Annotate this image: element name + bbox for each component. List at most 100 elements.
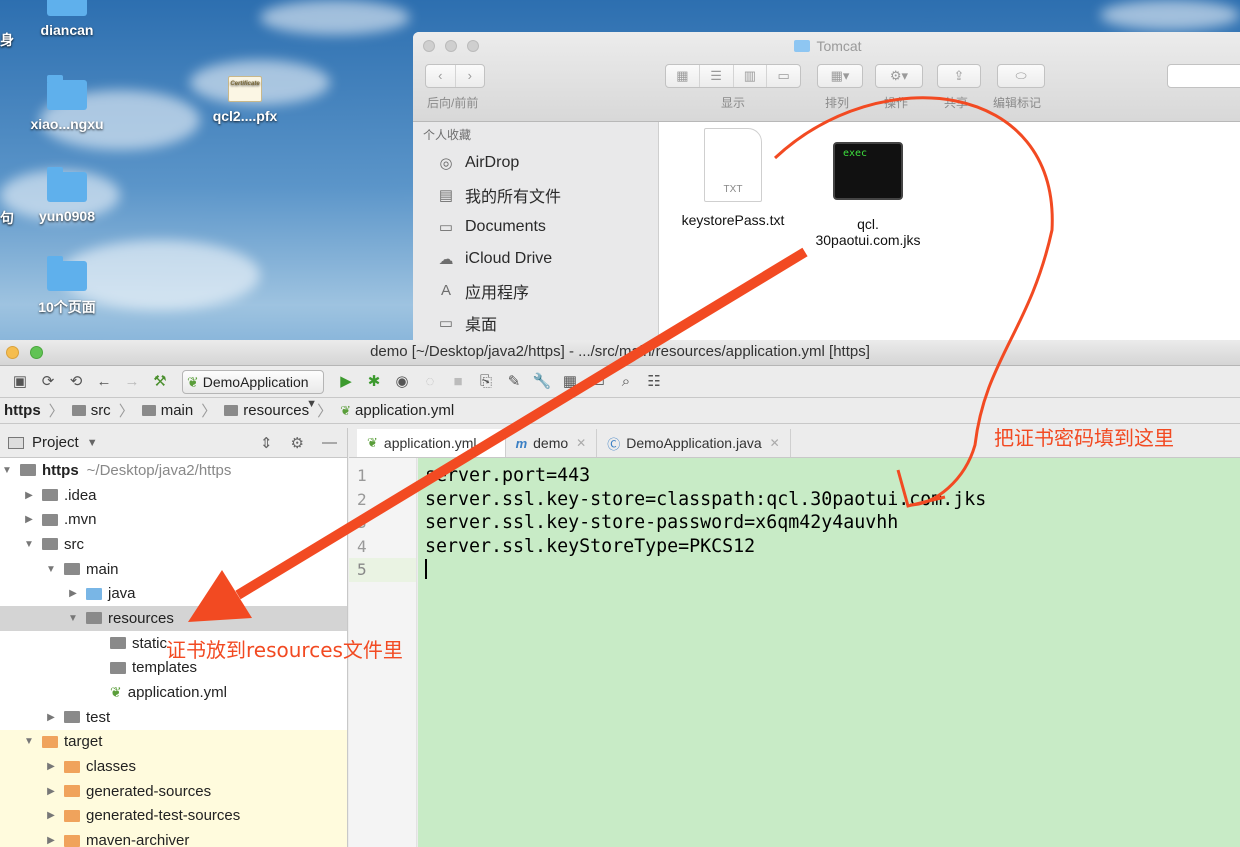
close-icon[interactable]: ✕ xyxy=(576,436,586,450)
tree-node[interactable]: ▶ classes xyxy=(0,754,347,779)
tab-application-yml[interactable]: ❦ application.yml ✕ xyxy=(357,429,506,457)
coverage-icon[interactable]: ◉ xyxy=(390,370,414,394)
code-area[interactable]: server.port=443 server.ssl.key-store=cla… xyxy=(418,458,1240,847)
tree-node[interactable]: ▶ generated-sources xyxy=(0,778,347,804)
desktop-icon-diancan[interactable]: diancan xyxy=(12,0,122,38)
gallery-view-icon[interactable]: ▭ xyxy=(767,65,800,87)
sidebar-item-documents[interactable]: ▭ Documents xyxy=(413,211,658,243)
tree-node[interactable]: ▶ java xyxy=(0,581,347,606)
breadcrumb-item[interactable]: https 〉 xyxy=(4,400,64,421)
tags-button[interactable]: ⬭ xyxy=(997,64,1045,88)
sidebar-item-all-files[interactable]: ▤ 我的所有文件 xyxy=(413,179,658,211)
excluded-folder-icon xyxy=(64,809,80,822)
chevron-down-icon[interactable]: ▼ xyxy=(87,437,98,449)
desktop-icon-yun0908[interactable]: yun0908 xyxy=(12,167,122,224)
run-configuration-select[interactable]: ❦ DemoApplication ▼ xyxy=(182,369,324,410)
settings-icon[interactable]: ✎ xyxy=(502,370,526,394)
save-icon[interactable]: ▣ xyxy=(8,370,32,394)
tree-node[interactable]: ▼ main xyxy=(0,557,347,582)
maven-icon: m xyxy=(515,435,528,451)
share-button[interactable]: ⇪ xyxy=(937,64,981,88)
tree-node[interactable]: ▶ .idea xyxy=(0,483,347,508)
breadcrumb-item[interactable]: ❦ application.yml xyxy=(340,402,454,419)
project-view-select[interactable]: Project xyxy=(32,434,79,451)
stop-icon[interactable]: ■ xyxy=(446,370,470,394)
expanded-icon: ▼ xyxy=(24,538,34,550)
code-line[interactable]: server.port=443 xyxy=(418,464,1240,488)
vcs-icon[interactable]: ⎘ xyxy=(474,370,498,394)
action-button[interactable]: ⚙▾ xyxy=(875,64,923,88)
tab-demoapplication-java[interactable]: Ⓒ DemoApplication.java ✕ xyxy=(597,429,791,457)
folder-icon: ▭ xyxy=(438,219,454,236)
list-view-icon[interactable]: ☰ xyxy=(700,65,734,87)
search-input[interactable] xyxy=(1167,64,1240,88)
column-view-icon[interactable]: ▥ xyxy=(734,65,768,87)
share-icon: ⇪ xyxy=(953,68,965,83)
run-icon[interactable]: ▶ xyxy=(334,370,358,394)
code-line[interactable]: server.ssl.key-store-password=x6qm42y4au… xyxy=(418,511,1240,535)
folder-icon xyxy=(110,637,126,650)
tree-node[interactable]: ❦ application.yml xyxy=(0,680,347,705)
breadcrumb-item[interactable]: src 〉 xyxy=(71,400,134,421)
resources-folder-icon xyxy=(224,405,239,416)
minimize-button[interactable] xyxy=(6,346,19,359)
back-icon[interactable]: ‹ xyxy=(426,65,456,87)
expanded-icon: ▼ xyxy=(46,563,56,575)
build-icon[interactable]: ⚒ xyxy=(148,370,172,394)
desktop-icon-xiaongxu[interactable]: xiao...ngxu xyxy=(12,75,122,132)
terminal-icon[interactable]: ▭ xyxy=(586,370,610,394)
arrange-button[interactable]: ▦▾ xyxy=(817,64,863,88)
wrench-icon[interactable]: 🔧 xyxy=(530,370,554,394)
sidebar-item-desktop[interactable]: ▭ 桌面 xyxy=(413,307,658,339)
code-line-current[interactable] xyxy=(418,558,1240,582)
forward-icon[interactable]: → xyxy=(120,370,144,394)
breadcrumb-item[interactable]: main 〉 xyxy=(141,400,216,421)
tasks-icon[interactable]: ☷ xyxy=(642,370,666,394)
chevron-right-icon: 〉 xyxy=(317,403,333,420)
chevron-right-icon: 〉 xyxy=(48,403,64,420)
tree-node[interactable]: ▶ maven-archiver xyxy=(0,828,347,847)
debug-icon[interactable]: ✱ xyxy=(362,370,386,394)
forward-icon[interactable]: › xyxy=(456,65,485,87)
tab-demo[interactable]: m demo ✕ xyxy=(506,429,598,457)
icon-view-icon[interactable]: ▦ xyxy=(666,65,700,87)
back-icon[interactable]: ← xyxy=(92,370,116,394)
desktop-icon-10pages[interactable]: 10个页面 xyxy=(12,256,122,317)
collapsed-icon: ▶ xyxy=(47,785,55,797)
tree-node[interactable]: ▼ src xyxy=(0,532,347,557)
profile-icon[interactable]: ◌ xyxy=(418,370,442,394)
search-icon[interactable]: ⌕ xyxy=(614,370,638,394)
source-folder-icon xyxy=(86,587,102,600)
file-keystorepass[interactable]: TXT keystorePass.txt xyxy=(673,128,793,228)
sidebar-item-icloud[interactable]: ☁ iCloud Drive xyxy=(413,243,658,275)
tree-node[interactable]: ▶ test xyxy=(0,705,347,730)
sync-icon[interactable]: ⟳ xyxy=(36,370,60,394)
zoom-button[interactable] xyxy=(30,346,43,359)
sidebar-item-applications[interactable]: A 应用程序 xyxy=(413,275,658,307)
project-structure-icon[interactable]: ▦ xyxy=(558,370,582,394)
view-control[interactable]: ▦ ☰ ▥ ▭ xyxy=(665,64,801,88)
close-icon[interactable]: ✕ xyxy=(770,436,780,450)
tree-node[interactable]: ▶ .mvn xyxy=(0,507,347,532)
breadcrumb-item[interactable]: resources 〉 xyxy=(224,400,332,421)
gear-icon[interactable]: ⚙ xyxy=(291,434,304,452)
file-name-line1: qcl. xyxy=(857,216,879,232)
desktop-icon-pfx[interactable]: Certificate qcl2....pfx xyxy=(190,76,300,124)
finder-content: TXT keystorePass.txt exec qcl. 30paotui.… xyxy=(659,122,1240,342)
tree-node-root[interactable]: ▼ https ~/Desktop/java2/https xyxy=(0,458,347,483)
line-number: 2 xyxy=(357,489,367,509)
file-jks[interactable]: exec qcl. 30paotui.com.jks xyxy=(793,128,943,248)
back-forward-control[interactable]: ‹ › xyxy=(425,64,485,88)
expanded-icon: ▼ xyxy=(24,736,34,748)
close-icon[interactable]: ✕ xyxy=(485,436,495,450)
collapse-all-icon[interactable]: ⇕ xyxy=(260,434,273,452)
tree-node[interactable]: ▼ target xyxy=(0,729,347,755)
hide-icon[interactable]: — xyxy=(322,434,337,452)
sidebar-item-airdrop[interactable]: ◎ AirDrop xyxy=(413,147,658,179)
desktop-icon-label: 10个页面 xyxy=(38,299,96,315)
tree-node[interactable]: ▶ generated-test-sources xyxy=(0,803,347,829)
tree-node-selected[interactable]: ▼ resources xyxy=(0,606,347,631)
undo-icon[interactable]: ⟲ xyxy=(64,370,88,394)
code-line[interactable]: server.ssl.key-store=classpath:qcl.30pao… xyxy=(418,488,1240,512)
code-line[interactable]: server.ssl.keyStoreType=PKCS12 xyxy=(418,535,1240,559)
